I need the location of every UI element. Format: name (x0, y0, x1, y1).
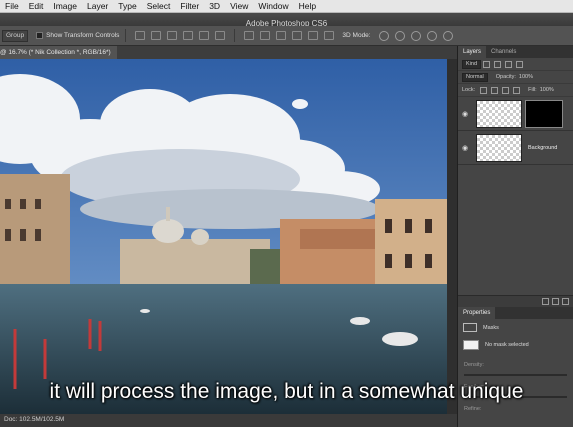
masks-label: Masks (483, 324, 499, 331)
tab-properties[interactable]: Properties (458, 307, 496, 319)
align-top-icon[interactable] (135, 31, 146, 40)
blend-row: Normal Opacity: 100% (458, 71, 573, 84)
venice-photo (0, 59, 447, 414)
menu-type[interactable]: Type (113, 0, 141, 13)
filter-type-icon[interactable] (505, 60, 513, 68)
3d-roll-icon[interactable] (394, 30, 405, 41)
distribute-hcenter-icon[interactable] (308, 31, 319, 40)
layer-row-background[interactable]: ◉ Background (458, 131, 573, 165)
menu-select[interactable]: Select (142, 0, 176, 13)
align-left-icon[interactable] (183, 31, 194, 40)
link-layers-icon[interactable] (542, 298, 549, 305)
3d-drag-icon[interactable] (410, 30, 421, 41)
separator (234, 29, 236, 42)
menu-filter[interactable]: Filter (175, 0, 204, 13)
3d-rotate-icon[interactable] (378, 30, 389, 41)
tab-layers[interactable]: Layers (458, 46, 487, 58)
delete-layer-icon[interactable] (562, 298, 569, 305)
lock-all-icon[interactable] (513, 86, 521, 94)
layer-thumbnail (476, 99, 522, 128)
lock-transparent-icon[interactable] (480, 86, 488, 94)
masks-row: Masks (458, 319, 573, 336)
lock-paint-icon[interactable] (491, 86, 499, 94)
menu-view[interactable]: View (225, 0, 253, 13)
distribute-vcenter-icon[interactable] (260, 31, 271, 40)
density-track[interactable] (464, 374, 567, 376)
doc-size-readout: Doc: 102.5M/102.5M (4, 416, 65, 423)
filter-adjustment-icon[interactable] (494, 60, 502, 68)
filter-kind-dropdown[interactable]: Kind (462, 59, 482, 69)
menu-help[interactable]: Help (294, 0, 321, 13)
layer-thumbnail (476, 133, 522, 162)
visibility-eye-icon[interactable]: ◉ (458, 144, 472, 152)
image-canvas[interactable] (0, 59, 447, 414)
mask-preview (463, 340, 479, 350)
no-mask-row: No mask selected (458, 336, 573, 354)
app-title-bar: Adobe Photoshop CS6 (0, 13, 573, 28)
fill-label: Fill: (528, 87, 537, 93)
options-bar: Group Show Transform Controls 3D Mode: (0, 26, 573, 46)
layers-empty-area (458, 165, 573, 295)
align-vcenter-icon[interactable] (151, 31, 162, 40)
separator (125, 29, 127, 42)
3d-slide-icon[interactable] (426, 30, 437, 41)
distribute-left-icon[interactable] (292, 31, 303, 40)
distribute-right-icon[interactable] (324, 31, 335, 40)
document-tab[interactable]: @ 16.7% (* Nik Collection *, RGB/16*) (0, 46, 117, 59)
lock-row: Lock: Fill: 100% (458, 84, 573, 97)
lock-label: Lock: (462, 87, 476, 93)
blend-mode-dropdown[interactable]: Normal (462, 72, 488, 82)
document-tab-row: @ 16.7% (* Nik Collection *, RGB/16*) (0, 46, 457, 59)
show-transform-checkbox[interactable] (36, 32, 44, 39)
distribute-bottom-icon[interactable] (276, 31, 287, 40)
new-layer-icon[interactable] (552, 298, 559, 305)
properties-panel-tabs: Properties (458, 307, 573, 319)
layers-panel-tabs: Layers Channels (458, 46, 573, 58)
layer-row[interactable]: ◉ (458, 97, 573, 131)
menu-layer[interactable]: Layer (82, 0, 113, 13)
layer-mask-thumbnail[interactable] (525, 99, 563, 128)
layers-panel-footer (458, 295, 573, 307)
opacity-value[interactable]: 100% (519, 74, 533, 80)
opacity-label: Opacity: (495, 74, 516, 80)
lock-move-icon[interactable] (502, 86, 510, 94)
align-right-icon[interactable] (215, 31, 226, 40)
3d-mode-label: 3D Mode: (342, 32, 371, 39)
mask-icon (463, 323, 477, 332)
layer-name: Background (528, 144, 558, 151)
filter-shape-icon[interactable] (516, 60, 524, 68)
menu-3d[interactable]: 3D (204, 0, 225, 13)
status-bar: Doc: 102.5M/102.5M (0, 414, 457, 427)
mac-menubar: File Edit Image Layer Type Select Filter… (0, 0, 573, 13)
no-mask-label: No mask selected (485, 342, 529, 348)
align-bottom-icon[interactable] (167, 31, 178, 40)
fill-value[interactable]: 100% (540, 87, 554, 93)
tab-channels[interactable]: Channels (486, 46, 521, 58)
menu-window[interactable]: Window (253, 0, 293, 13)
menu-edit[interactable]: Edit (24, 0, 49, 13)
right-panels: Layers Channels Kind Normal Opacity: 100… (457, 46, 573, 427)
menu-file[interactable]: File (0, 0, 24, 13)
video-subtitle: it will process the image, but in a some… (49, 380, 524, 403)
align-hcenter-icon[interactable] (199, 31, 210, 40)
show-transform-label: Show Transform Controls (46, 32, 120, 39)
distribute-top-icon[interactable] (244, 31, 255, 40)
vertical-scrollbar[interactable] (447, 59, 457, 414)
filter-pixel-icon[interactable] (483, 60, 491, 68)
auto-select-dropdown[interactable]: Group (2, 29, 29, 42)
visibility-eye-icon[interactable]: ◉ (458, 110, 472, 118)
3d-scale-icon[interactable] (442, 30, 453, 41)
menu-image[interactable]: Image (48, 0, 82, 13)
density-slider[interactable]: Density: (464, 362, 567, 376)
layer-filter-row: Kind (458, 58, 573, 71)
density-label: Density: (464, 362, 484, 368)
